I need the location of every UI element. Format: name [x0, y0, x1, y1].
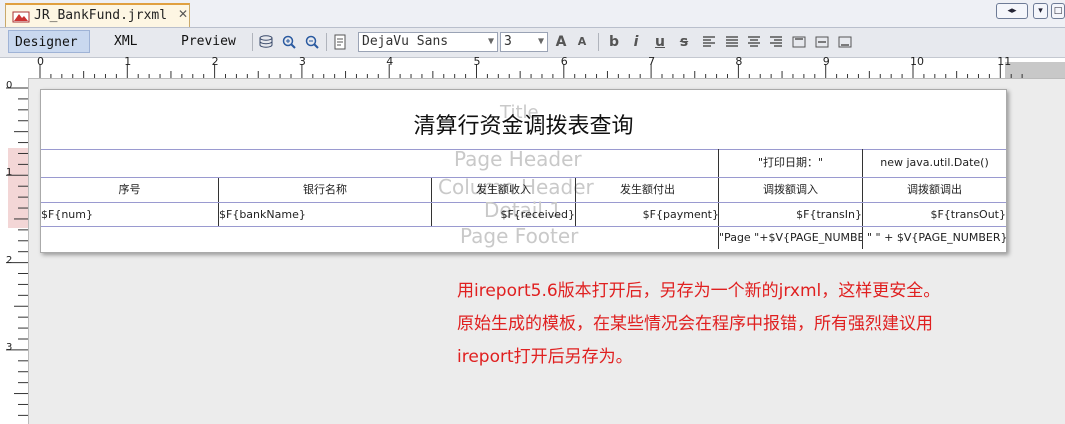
align-right-icon[interactable]	[767, 33, 785, 51]
chevron-down-icon: ▼	[487, 36, 494, 47]
font-family-value: DejaVu Sans	[362, 34, 449, 49]
report-title[interactable]: 清算行资金调拨表查询	[41, 108, 1006, 140]
page-number-field[interactable]: "Page "+$V{PAGE_NUMBER}+"	[718, 227, 862, 249]
underline-icon[interactable]: u	[652, 33, 668, 51]
total-pages-field[interactable]: " " + $V{PAGE_NUMBER}	[862, 227, 1006, 249]
strikethrough-icon[interactable]: s	[676, 33, 692, 51]
detail-field[interactable]: $F{transIn}	[718, 203, 862, 226]
ruler-label: 5	[473, 55, 481, 68]
editor-tab-bar: JR_BankFund.jrxml ✕ ◂▸ ▾ □	[0, 0, 1065, 28]
font-size-value: 3	[504, 34, 512, 49]
ruler-label: 9	[822, 55, 830, 68]
ruler-label: 6	[560, 55, 568, 68]
detail-field[interactable]: $F{received}	[431, 203, 575, 226]
toolbar-separator	[252, 33, 253, 51]
detail-field[interactable]: $F{transOut}	[862, 203, 1006, 226]
close-tab-icon[interactable]: ✕	[178, 7, 188, 21]
zoom-out-icon[interactable]	[303, 33, 321, 51]
ruler-label: 8	[735, 55, 743, 68]
toolbar-separator	[326, 33, 327, 51]
detail-field[interactable]: $F{payment}	[575, 203, 719, 226]
ruler-label: 7	[648, 55, 656, 68]
jrxml-file-icon	[12, 11, 30, 23]
tab-xml[interactable]: XML	[108, 30, 143, 53]
vertical-ruler: 0 1 2 3	[0, 78, 29, 424]
properties-icon[interactable]	[331, 33, 349, 51]
maximize-button[interactable]: □	[1051, 3, 1065, 19]
font-family-combo[interactable]: DejaVu Sans ▼	[358, 32, 498, 52]
column-header-cell[interactable]: 调拨额调入	[718, 178, 862, 202]
scroll-tabs-button[interactable]: ◂▸	[996, 3, 1028, 19]
zoom-in-icon[interactable]	[280, 33, 298, 51]
toolbar-separator	[598, 33, 599, 51]
note-line: 原始生成的模板，在某些情况会在程序中报错，所有强烈建议用	[457, 314, 933, 334]
ruler-label: 3	[6, 341, 13, 353]
ruler-label: 4	[386, 55, 394, 68]
database-icon[interactable]	[257, 33, 275, 51]
print-date-field[interactable]: new java.util.Date()	[862, 149, 1006, 177]
column-header-cell[interactable]: 调拨额调出	[862, 178, 1006, 202]
file-tab[interactable]: JR_BankFund.jrxml ✕	[5, 3, 190, 27]
ruler-label: 0	[6, 80, 13, 91]
ruler-label: 0	[37, 55, 44, 68]
tab-title: JR_BankFund.jrxml	[34, 8, 168, 23]
band-label-page-footer: Page Footer	[460, 224, 579, 248]
column-header-cell[interactable]: 序号	[41, 178, 218, 202]
font-size-combo[interactable]: 3 ▼	[500, 32, 548, 52]
designer-toolbar: Designer XML Preview DejaVu Sans ▼ 3 ▼ A…	[0, 28, 1065, 58]
ruler-label: 2	[6, 254, 13, 266]
tab-designer[interactable]: Designer	[8, 30, 90, 53]
align-justify-icon[interactable]	[723, 33, 741, 51]
ruler-label: 10	[910, 55, 924, 68]
note-line: 用ireport5.6版本打开后，另存为一个新的jrxml，这样更安全。	[457, 281, 941, 301]
bold-icon[interactable]: b	[606, 33, 622, 51]
ruler-label: 1	[124, 55, 132, 68]
print-date-label[interactable]: "打印日期："	[718, 149, 862, 177]
align-bottom-icon[interactable]	[836, 33, 854, 51]
align-top-icon[interactable]	[790, 33, 808, 51]
report-page[interactable]: Title 清算行资金调拨表查询 Page Header "打印日期：" new…	[40, 89, 1007, 253]
increase-font-icon[interactable]: A	[553, 33, 569, 51]
ruler-label: 2	[211, 55, 219, 68]
decrease-font-icon[interactable]: A	[574, 33, 590, 51]
note-line: ireport打开后另存为。	[457, 347, 633, 367]
detail-field[interactable]: $F{num}	[41, 203, 218, 226]
chevron-down-icon: ▼	[537, 36, 544, 47]
italic-icon[interactable]: i	[628, 33, 644, 51]
column-header-cell[interactable]: 银行名称	[218, 178, 431, 202]
ruler-label: 1	[6, 167, 13, 179]
align-left-icon[interactable]	[700, 33, 718, 51]
tab-preview[interactable]: Preview	[175, 30, 242, 53]
horizontal-ruler: 0 1 2 3 4 5 6 7 8 9 10 11	[0, 55, 1065, 79]
tab-list-button[interactable]: ▾	[1033, 3, 1048, 19]
column-header-cell[interactable]: 发生额付出	[575, 178, 719, 202]
align-center-icon[interactable]	[745, 33, 763, 51]
detail-field[interactable]: $F{bankName}	[218, 203, 431, 226]
ruler-label: 11	[997, 55, 1012, 68]
align-middle-icon[interactable]	[813, 33, 831, 51]
ruler-label: 3	[298, 55, 306, 68]
band-label-page-header: Page Header	[454, 147, 582, 171]
